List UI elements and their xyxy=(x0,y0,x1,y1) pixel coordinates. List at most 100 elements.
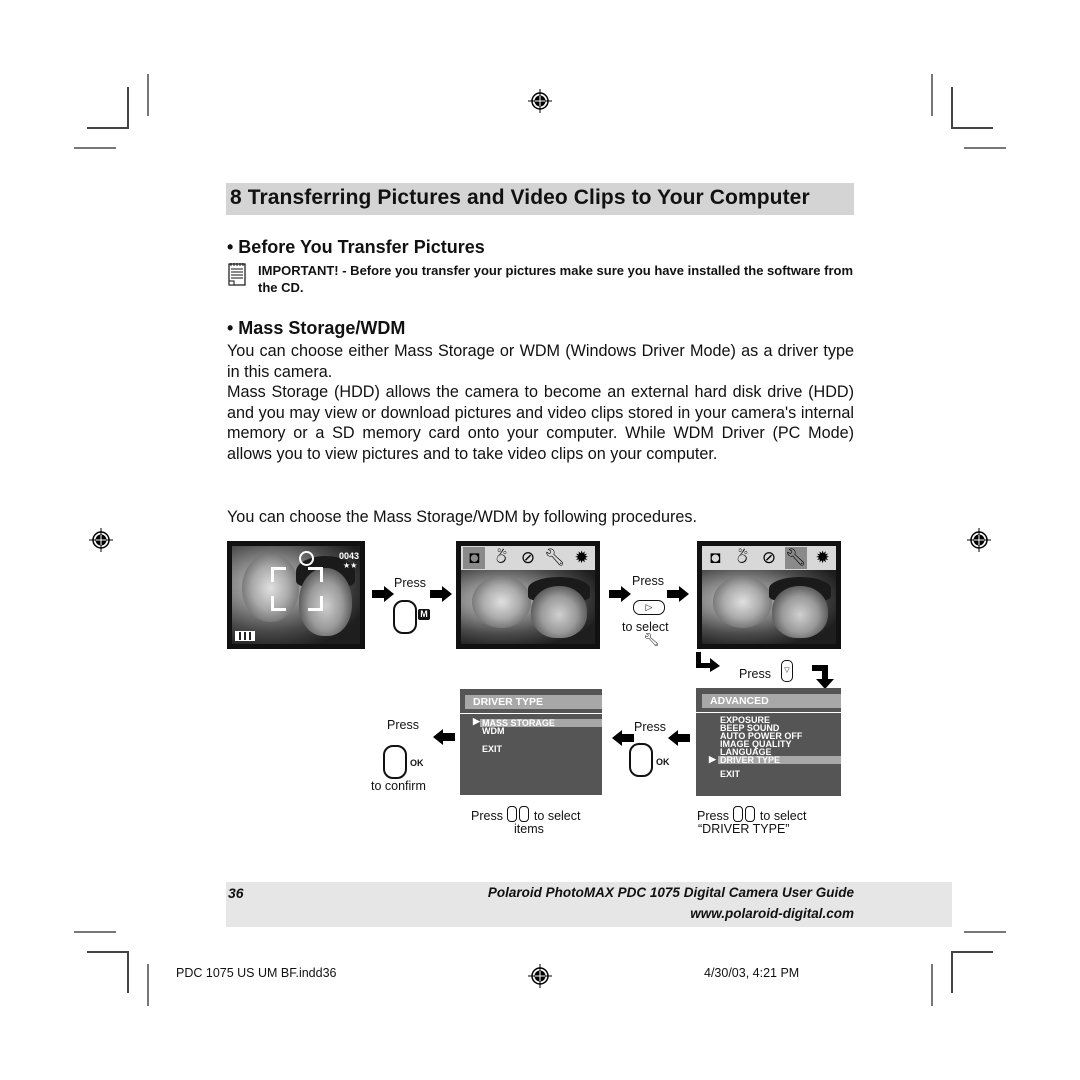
step5-confirm-label: to confirm xyxy=(371,779,426,793)
up-button-icon xyxy=(507,806,518,822)
paragraph-driver-choice: You can choose either Mass Storage or WD… xyxy=(227,342,854,381)
mode-icon-bar: ◘ ඊ ⊘ 🔧︎ ✹ xyxy=(461,546,595,570)
self-timer-icon xyxy=(299,551,314,566)
down-button: ▽ xyxy=(781,660,793,682)
camera-icon: ◘ xyxy=(710,548,721,567)
sun-icon: ✹ xyxy=(574,548,589,567)
section-heading-before-transfer: • Before You Transfer Pictures xyxy=(227,237,485,257)
crop-mark-br-v-outer xyxy=(931,964,933,1006)
crop-mark-tl-v-outer xyxy=(147,74,149,116)
slug-filename: PDC 1075 US UM BF.indd36 xyxy=(176,966,337,980)
preview-photo xyxy=(461,570,595,644)
caption-press: Press xyxy=(471,809,503,823)
arrow-right-icon xyxy=(667,586,689,602)
wrench-icon: 🔧︎ xyxy=(784,547,807,569)
step5-press-label: Press xyxy=(387,718,419,732)
crop-mark-bl-h-inner xyxy=(87,951,129,953)
focus-frame-icon xyxy=(271,567,323,611)
flash-off-icon: ⊘ xyxy=(520,548,536,567)
menu-item-exit: EXIT xyxy=(720,769,741,779)
step4-press-label: Press xyxy=(634,720,666,734)
down-triangle-icon: ▽ xyxy=(784,667,790,674)
ok-button xyxy=(383,745,407,779)
down-button-icon xyxy=(519,806,530,822)
menu-divider xyxy=(460,713,602,714)
step1-press-label: Press xyxy=(394,576,426,590)
advanced-menu-title: ADVANCED xyxy=(702,694,841,708)
page-number: 36 xyxy=(228,885,244,901)
crop-mark-tr-h-inner xyxy=(951,127,993,129)
selection-pointer-icon: ▶ xyxy=(709,754,716,764)
caption-select: to select xyxy=(759,809,807,823)
camera-screen-menu-bar-wrench: ◘ ඊ ⊘ 🔧︎ ✹ xyxy=(697,541,841,649)
play-right-icon: ▷ xyxy=(645,602,653,612)
camera-icon: ◘ xyxy=(463,547,486,569)
section-heading-mass-storage: • Mass Storage/WDM xyxy=(227,318,406,338)
menu-button xyxy=(393,600,417,634)
mode-icon-bar: ◘ ඊ ⊘ 🔧︎ ✹ xyxy=(702,546,836,570)
driver-type-menu-title: DRIVER TYPE xyxy=(465,695,602,709)
down-button-icon xyxy=(745,806,756,822)
menu-item-exit: EXIT xyxy=(482,744,503,754)
ok-label: OK xyxy=(410,758,424,768)
quality-indicator: ★★ xyxy=(343,561,358,570)
advanced-menu-caption-target: “DRIVER TYPE” xyxy=(698,822,790,836)
arrow-left-icon xyxy=(612,730,634,746)
self-timer-off-icon: ඊ xyxy=(495,548,507,567)
guide-title: Polaroid PhotoMAX PDC 1075 Digital Camer… xyxy=(487,885,854,900)
crop-mark-bl-v-outer xyxy=(147,964,149,1006)
advanced-menu-screen: ADVANCED EXPOSURE BEEP SOUND AUTO POWER … xyxy=(696,688,841,796)
driver-menu-caption-target: items xyxy=(514,822,544,836)
arrow-right-icon xyxy=(609,586,631,602)
crop-mark-tr-h-outer xyxy=(964,147,1006,149)
crop-mark-tl-h-outer xyxy=(74,147,116,149)
crop-mark-bl-h-outer xyxy=(74,931,116,933)
crop-mark-tr-v-outer xyxy=(931,74,933,116)
crop-mark-br-v-inner xyxy=(951,951,953,993)
step2-press-label: Press xyxy=(632,574,664,588)
arrow-right-icon xyxy=(430,586,452,602)
advanced-menu-caption: Press to select xyxy=(697,806,806,823)
crop-mark-tr-v-inner xyxy=(951,87,953,129)
selection-pointer-icon: ▶ xyxy=(473,716,480,726)
flash-off-icon: ⊘ xyxy=(761,548,777,567)
up-button-icon xyxy=(733,806,744,822)
notepad-icon xyxy=(228,263,246,286)
camera-screen-menu-bar-camera: ◘ ඊ ⊘ 🔧︎ ✹ xyxy=(456,541,600,649)
arrow-left-icon xyxy=(668,730,690,746)
camera-screen-live-view: 0043 ★★ xyxy=(227,541,365,649)
arrow-down-right-icon xyxy=(696,652,720,672)
menu-divider xyxy=(696,712,841,713)
wrench-icon: 🔧︎ xyxy=(643,632,660,647)
crop-mark-br-h-inner xyxy=(951,951,993,953)
caption-select: to select xyxy=(533,809,581,823)
arrow-right-icon xyxy=(372,586,394,602)
registration-mark-left xyxy=(89,528,113,552)
driver-type-menu-screen: DRIVER TYPE ▶ MASS STORAGE WDM EXIT xyxy=(460,689,602,795)
registration-mark-bottom xyxy=(528,964,552,988)
mass-storage-description: You can choose either Mass Storage or WD… xyxy=(227,341,854,464)
preview-photo xyxy=(702,570,836,644)
important-note: IMPORTANT! - Before you transfer your pi… xyxy=(258,263,854,295)
crop-mark-tl-h-inner xyxy=(87,127,129,129)
registration-mark-right xyxy=(967,528,991,552)
arrow-turn-down-icon xyxy=(812,665,834,689)
arrow-left-icon xyxy=(433,729,455,745)
crop-mark-tl-v-inner xyxy=(127,87,129,129)
right-button: ▷ xyxy=(633,600,665,615)
crop-mark-bl-v-inner xyxy=(127,951,129,993)
slug-timestamp: 4/30/03, 4:21 PM xyxy=(704,966,800,980)
menu-item-driver-type: DRIVER TYPE xyxy=(718,756,841,765)
website-url: www.polaroid-digital.com xyxy=(690,906,854,921)
chapter-title: 8 Transferring Pictures and Video Clips … xyxy=(230,186,810,209)
registration-mark-top xyxy=(528,89,552,113)
driver-menu-caption: Press to select xyxy=(471,806,580,823)
wrench-icon: 🔧︎ xyxy=(543,548,566,567)
sun-icon: ✹ xyxy=(815,548,830,567)
menu-item-wdm: WDM xyxy=(482,726,505,736)
ok-button xyxy=(629,743,653,777)
ok-label: OK xyxy=(656,757,670,767)
caption-press: Press xyxy=(697,809,729,823)
frame-counter: 0043 xyxy=(339,551,360,561)
paragraph-mass-storage-explained: Mass Storage (HDD) allows the camera to … xyxy=(227,383,854,463)
